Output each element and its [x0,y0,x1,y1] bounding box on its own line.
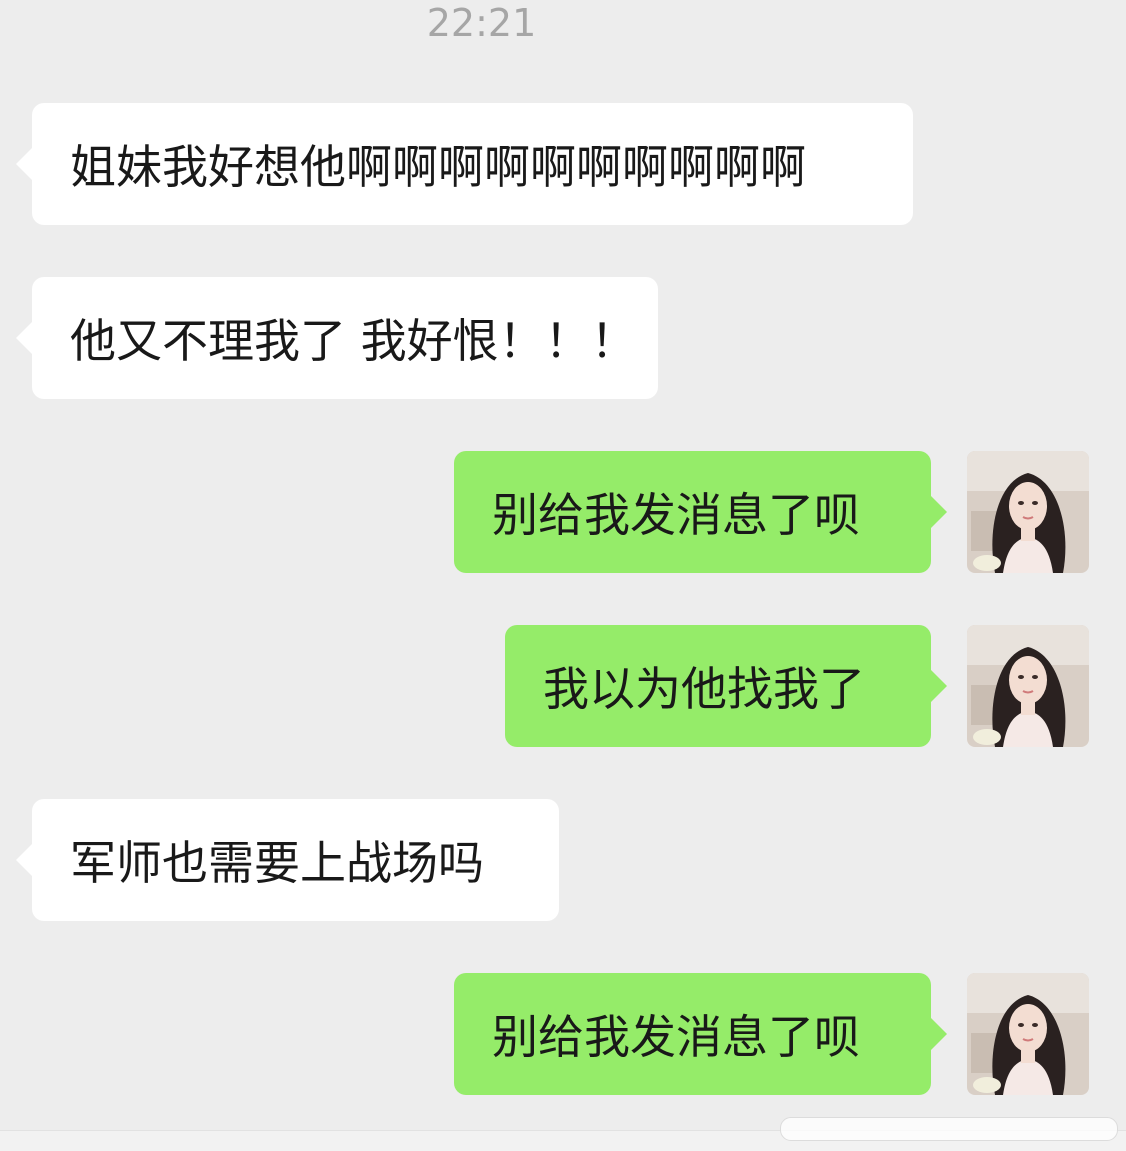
home-indicator-bar [780,1117,1118,1141]
message-timestamp: 22:21 [426,1,537,45]
message-text: 别给我发消息了呗 [492,1010,860,1064]
outgoing-message-bubble[interactable]: 我以为他找我了 [505,625,947,747]
message-text: 我以为他找我了 [543,662,865,716]
message-text: 别给我发消息了呗 [492,488,860,542]
avatar-image [967,625,1089,747]
user-avatar[interactable] [967,625,1089,747]
outgoing-message-bubble[interactable]: 别给我发消息了呗 [454,973,947,1095]
message-text: 姐妹我好想他啊啊啊啊啊啊啊啊啊啊 [70,140,806,194]
incoming-message-bubble[interactable]: 姐妹我好想他啊啊啊啊啊啊啊啊啊啊 [16,103,913,225]
user-avatar[interactable] [967,973,1089,1095]
incoming-message-bubble[interactable]: 他又不理我了 我好恨！！！ [16,277,658,399]
incoming-message-bubble[interactable]: 军师也需要上战场吗 [16,799,559,921]
message-text: 军师也需要上战场吗 [70,836,484,890]
avatar-image [967,973,1089,1095]
outgoing-message-bubble[interactable]: 别给我发消息了呗 [454,451,947,573]
user-avatar[interactable] [967,451,1089,573]
avatar-image [967,451,1089,573]
message-text: 他又不理我了 我好恨！！！ [70,314,637,368]
